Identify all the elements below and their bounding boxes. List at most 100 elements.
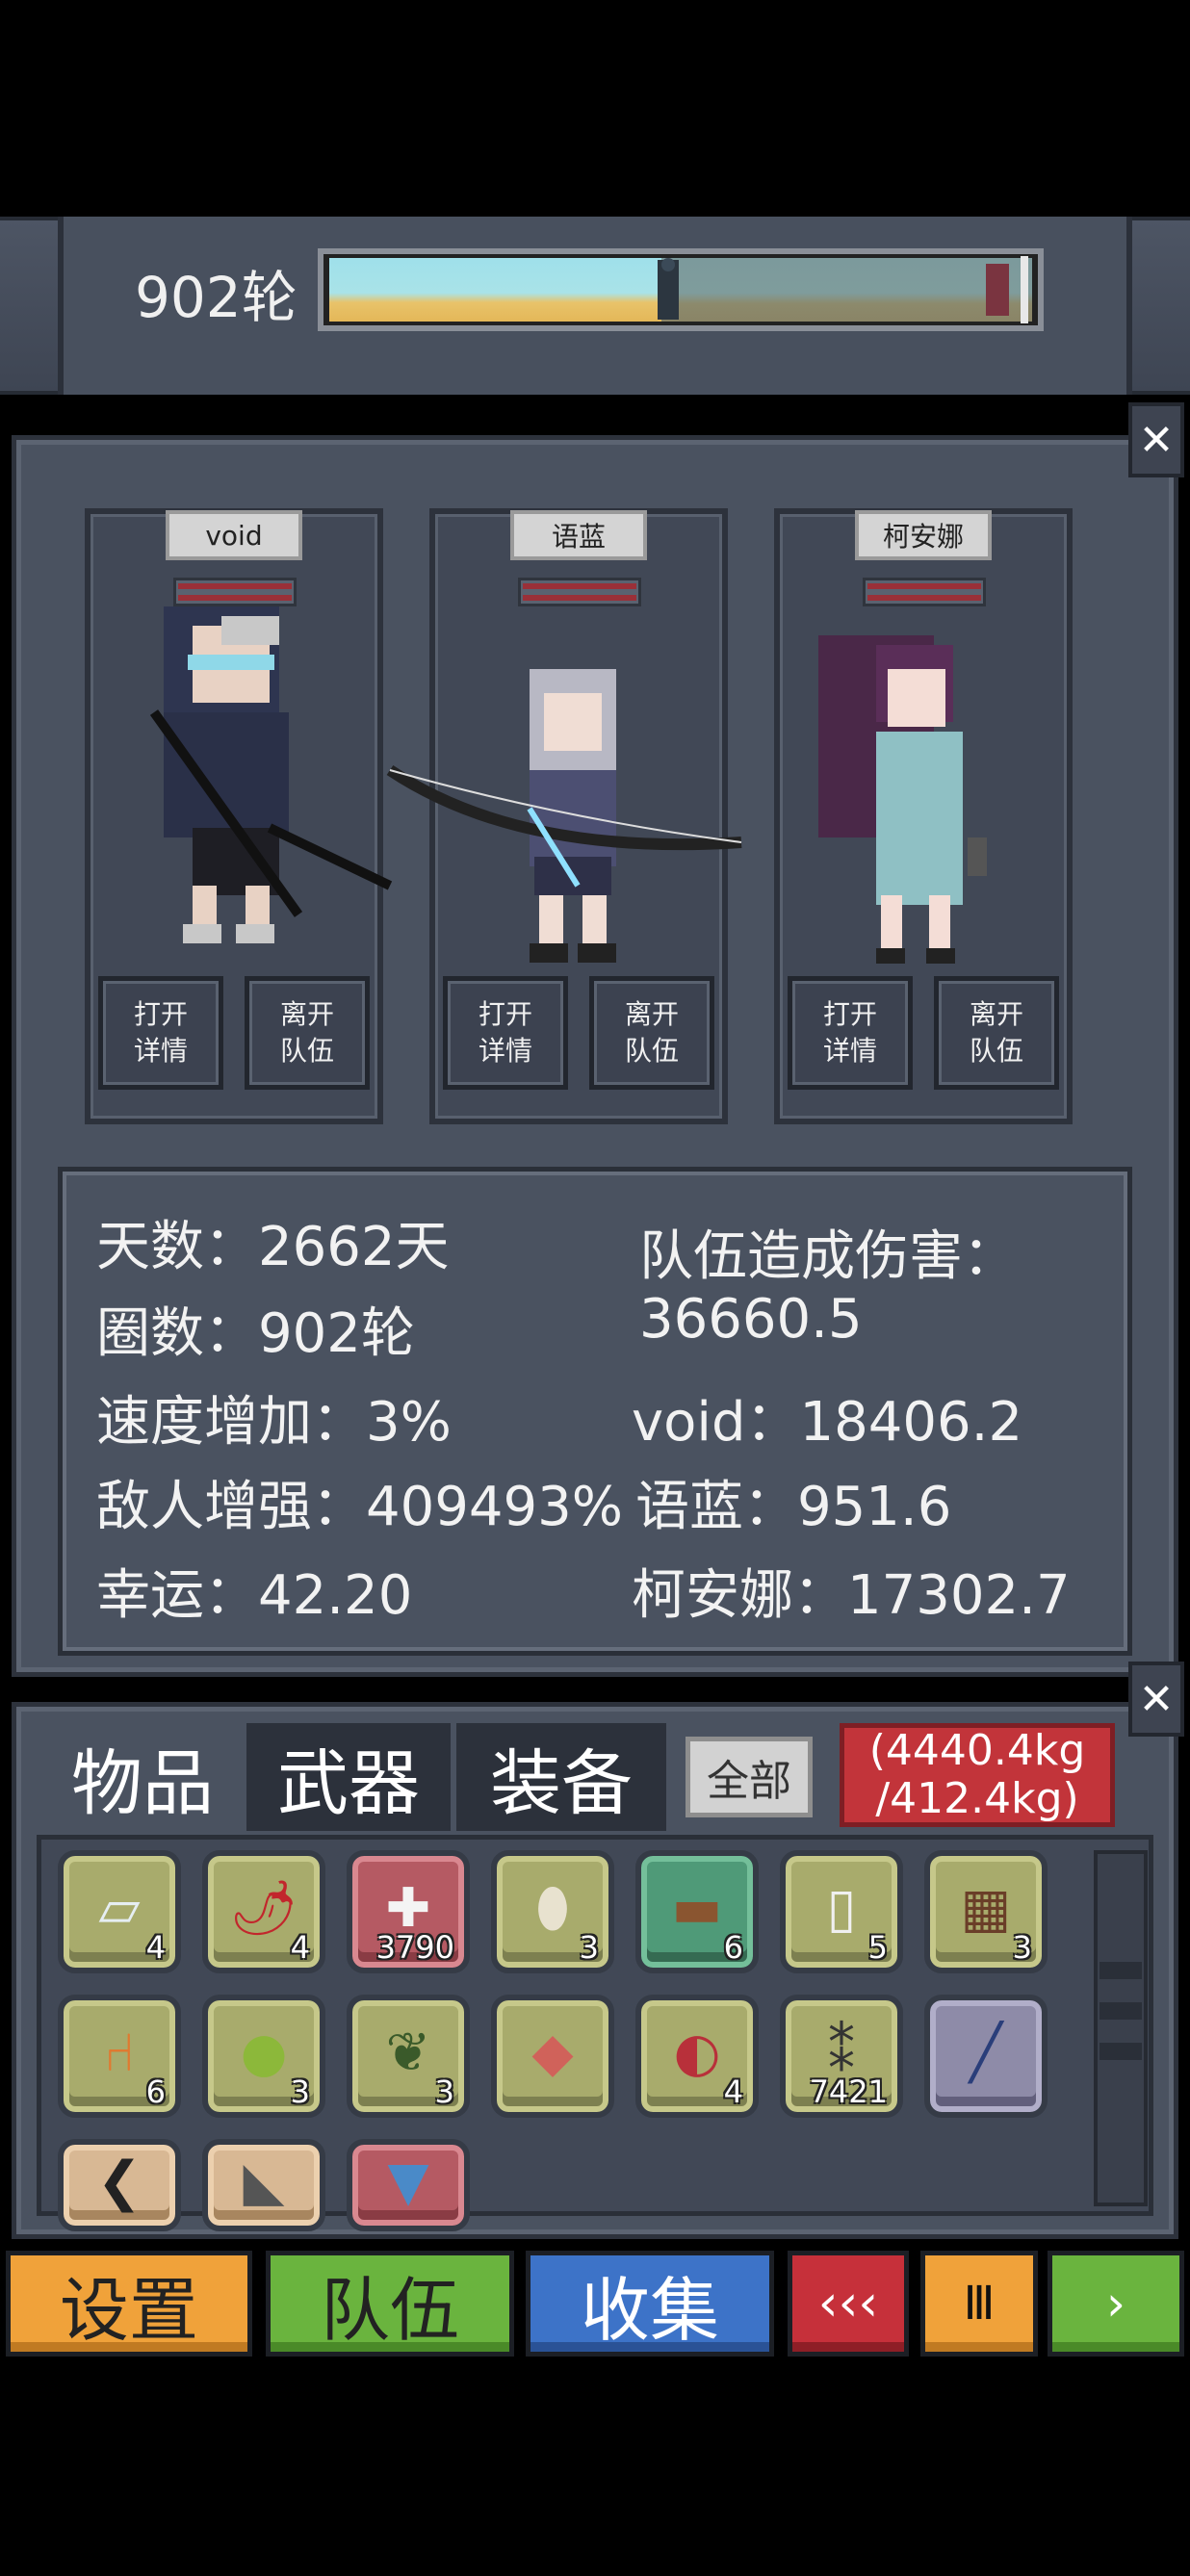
herb-icon: ❦	[385, 2022, 431, 2085]
open-details-line1: 打开	[478, 998, 532, 1030]
close-team-panel-icon[interactable]: ✕	[1128, 402, 1184, 477]
stat-laps: 圈数：902轮	[96, 1302, 415, 1365]
slot-count: 3790	[375, 1929, 454, 1966]
meat-icon: ◐	[673, 2022, 721, 2085]
progress-end-marker	[1021, 256, 1028, 323]
damage-keanna: 柯安娜：17302.7	[632, 1564, 1071, 1627]
open-details-button-yulan[interactable]: 打开 详情	[443, 976, 568, 1090]
inventory-slot[interactable]: ⁑ 7421	[780, 1995, 903, 2118]
slot-count: 4	[723, 2074, 743, 2110]
inventory-slot[interactable]: ▯ 5	[780, 1850, 903, 1973]
scroll-handle-notch	[1099, 2002, 1142, 2020]
damage-total: 36660.5	[639, 1288, 863, 1351]
scroll-handle-notch	[1099, 2043, 1142, 2060]
fish-fillet-icon: ◆	[531, 2022, 574, 2085]
shirt-icon: ▼	[387, 2151, 429, 2214]
wood-log-icon: ▬	[671, 1877, 723, 1941]
slot-count: 5	[867, 1929, 888, 1966]
slot-count: 3	[579, 1929, 599, 1966]
slot-count: 3	[290, 2074, 310, 2110]
rewind-button[interactable]: ‹‹‹	[788, 2251, 909, 2357]
ammo-icon: ⁑	[828, 2022, 855, 2085]
progress-remaining-segment	[661, 258, 1032, 322]
play-button[interactable]: ›	[1048, 2251, 1184, 2357]
inventory-slot[interactable]: ▼	[347, 2139, 470, 2231]
leave-team-line2: 队伍	[279, 1035, 334, 1067]
settings-button[interactable]: 设置	[6, 2251, 252, 2357]
leave-team-line1: 离开	[624, 998, 679, 1030]
stat-days: 天数：2662天	[96, 1216, 450, 1278]
inventory-slot[interactable]: ▬ 6	[635, 1850, 759, 1973]
leave-team-line1: 离开	[969, 998, 1023, 1030]
filter-all-button[interactable]: 全部	[686, 1737, 813, 1817]
yulan-character-sprite	[386, 669, 742, 963]
void-character-sprite	[149, 606, 393, 943]
chili-icon: 🌶	[229, 1877, 298, 1941]
tab-weapons[interactable]: 武器	[246, 1723, 451, 1831]
leave-team-line1: 离开	[279, 998, 334, 1030]
bow-part-icon: ❮	[96, 2151, 142, 2214]
member-health-bar	[863, 578, 986, 606]
slot-count: 4	[290, 1929, 310, 1966]
leave-team-button-keanna[interactable]: 离开 队伍	[934, 976, 1059, 1090]
team-button[interactable]: 队伍	[266, 2251, 514, 2357]
inventory-slot[interactable]: ◐ 4	[635, 1995, 759, 2118]
open-details-button-void[interactable]: 打开 详情	[98, 976, 223, 1090]
carry-weight-badge: (4440.4kg /412.4kg)	[840, 1723, 1115, 1827]
milk-bottle-icon: ▯	[826, 1877, 857, 1941]
damage-yulan: 语蓝：951.6	[635, 1476, 952, 1538]
egg-icon: ⬮	[535, 1877, 570, 1941]
inventory-slot[interactable]: ✚ 3790	[347, 1850, 470, 1973]
scroll-handle-notch	[1099, 1962, 1142, 1979]
collect-button[interactable]: 收集	[526, 2251, 774, 2357]
inventory-slot[interactable]: ● 3	[202, 1995, 325, 2118]
leave-team-button-yulan[interactable]: 离开 队伍	[589, 976, 714, 1090]
tab-items[interactable]: 物品	[44, 1723, 241, 1831]
slot-count: 3	[434, 2074, 454, 2110]
open-details-line2: 详情	[822, 1035, 877, 1067]
damage-label: 队伍造成伤害：	[639, 1225, 1017, 1288]
open-details-line1: 打开	[133, 998, 188, 1030]
inventory-slot[interactable]: ◣	[202, 2139, 325, 2231]
inventory-slot[interactable]: 🌶 4	[202, 1850, 325, 1973]
open-details-button-keanna[interactable]: 打开 详情	[788, 976, 913, 1090]
inventory-slot[interactable]: ⬮ 3	[491, 1850, 614, 1973]
open-details-line2: 详情	[133, 1035, 188, 1067]
inventory-slot[interactable]: ▱ 4	[58, 1850, 181, 1973]
weight-line-capacity: /412.4kg)	[875, 1774, 1079, 1823]
leave-team-button-void[interactable]: 离开 队伍	[245, 976, 370, 1090]
tab-equipment[interactable]: 装备	[456, 1723, 666, 1831]
member-health-bar	[518, 578, 641, 606]
close-inventory-panel-icon[interactable]: ✕	[1128, 1662, 1184, 1737]
enemy-marker-icon	[986, 264, 1009, 316]
chair-icon: ⑁	[103, 2022, 136, 2085]
slot-count: 4	[145, 1929, 166, 1966]
stat-enemy-boost: 敌人增强：409493%	[96, 1476, 623, 1538]
damage-void: void：18406.2	[632, 1391, 1023, 1454]
medkit-icon: ✚	[385, 1877, 431, 1941]
stat-luck: 幸运：42.20	[96, 1564, 413, 1627]
open-details-line2: 详情	[478, 1035, 532, 1067]
leave-team-line2: 队伍	[624, 1035, 679, 1067]
slot-count: 6	[145, 2074, 166, 2110]
stat-speed: 速度增加：3%	[96, 1391, 452, 1454]
player-marker-icon	[658, 258, 679, 320]
round-counter: 902轮	[135, 265, 298, 330]
inventory-slot[interactable]: ╱	[924, 1995, 1048, 2118]
weight-line-current: (4440.4kg	[868, 1726, 1086, 1775]
member-name-void: void	[166, 510, 302, 560]
member-name-yulan: 语蓝	[510, 510, 647, 560]
inventory-slot[interactable]: ❦ 3	[347, 1995, 470, 2118]
inventory-slot[interactable]: ⑁ 6	[58, 1995, 181, 2118]
inventory-slot[interactable]: ❮	[58, 2139, 181, 2231]
pause-button[interactable]: Ⅲ	[920, 2251, 1038, 2357]
inventory-slot[interactable]: ▦ 3	[924, 1850, 1048, 1973]
slot-count: 6	[723, 1929, 743, 1966]
slot-count: 7421	[809, 2074, 888, 2110]
flashlight-icon: ╱	[970, 2022, 1002, 2085]
keanna-character-sprite	[818, 635, 987, 964]
inventory-slot[interactable]: ◆	[491, 1995, 614, 2118]
cloth-icon: ▱	[98, 1877, 141, 1941]
progress-desert-segment	[329, 258, 661, 322]
inventory-scrollbar[interactable]	[1094, 1850, 1148, 2206]
